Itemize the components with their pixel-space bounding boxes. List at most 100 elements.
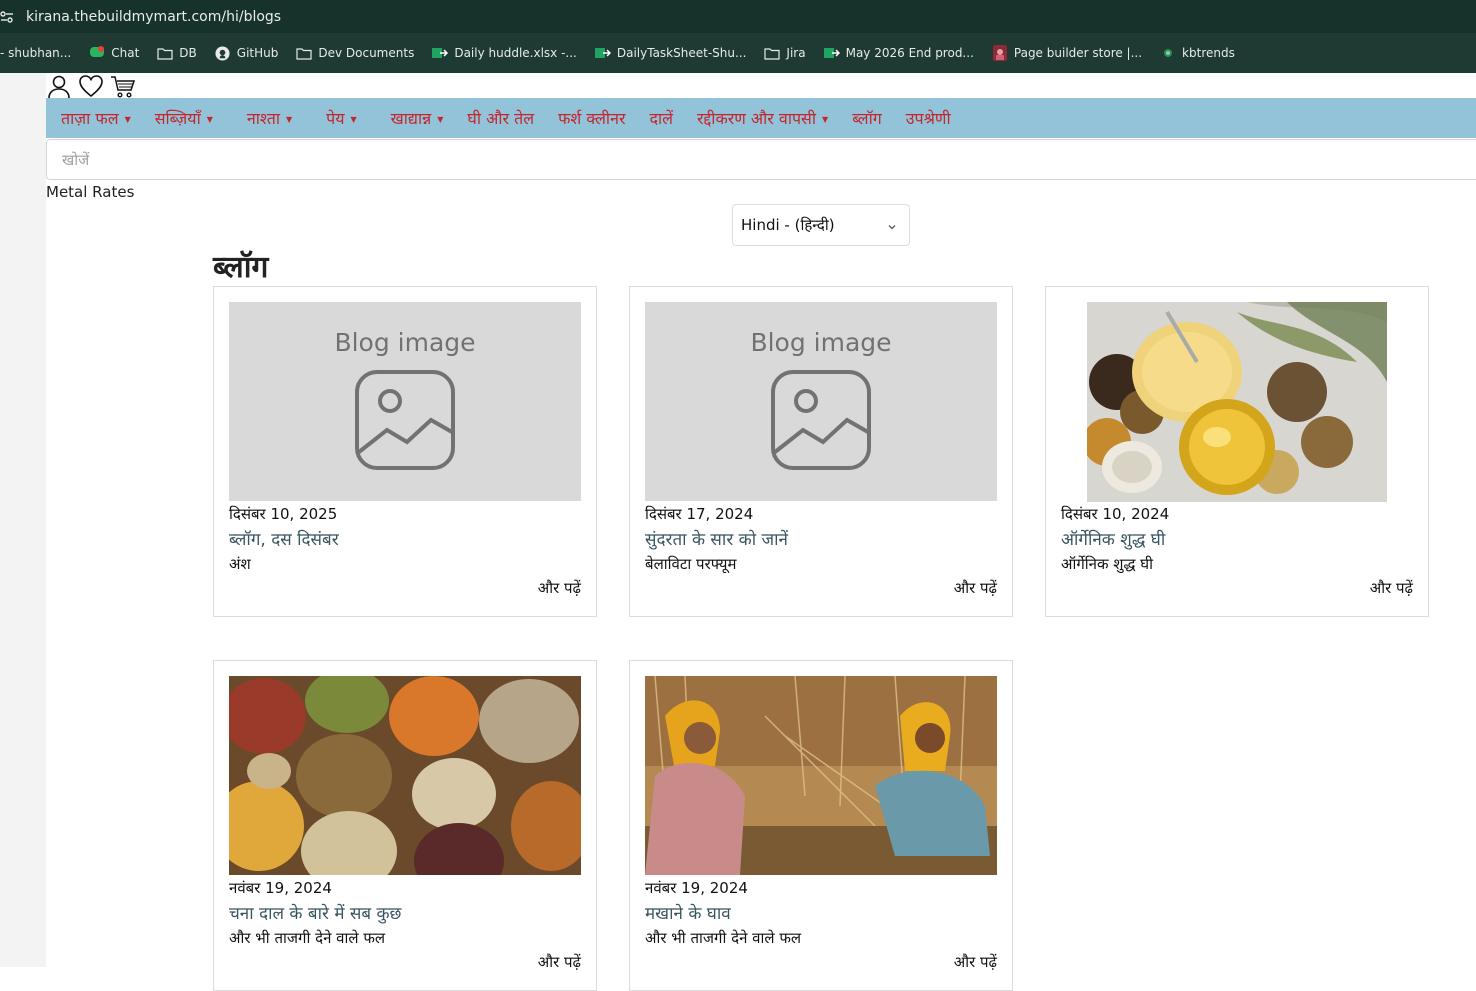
grains-photo: [229, 676, 581, 875]
bookmark-label: - shubhan...: [0, 46, 72, 60]
blog-title[interactable]: सुंदरता के सार को जानें: [645, 527, 788, 550]
caret-down-icon: ▼: [350, 114, 357, 124]
nav-item-floor-cleaner[interactable]: फर्श क्लीनर: [558, 107, 625, 129]
leaf-icon: [1160, 46, 1176, 60]
bookmark-daily-task-sheet[interactable]: DailyTaskSheet-Shu...: [594, 46, 747, 60]
bookmark-label: Chat: [111, 46, 140, 60]
caret-down-icon: ▼: [822, 114, 829, 124]
blog-date: दिसंबर 17, 2024: [645, 505, 754, 523]
bookmark-label: Page builder store |...: [1013, 46, 1143, 60]
harvest-photo: [645, 676, 997, 875]
header-icons: [46, 73, 136, 99]
nav-label: उपश्रेणी: [905, 109, 951, 128]
site-info-icon[interactable]: [0, 0, 26, 33]
bookmark-daily-huddle[interactable]: Daily huddle.xlsx -...: [432, 46, 577, 60]
blog-image[interactable]: [645, 676, 997, 875]
nav-label: नाश्ता: [246, 109, 280, 128]
cart-icon[interactable]: [110, 73, 136, 99]
bookmarks-bar: - shubhan... Chat DB GitHub Dev Document…: [0, 33, 1476, 73]
bookmark-may-2026[interactable]: May 2026 End prod...: [823, 46, 974, 60]
nav-item-vegetables[interactable]: सब्ज़ियाँ ▼: [155, 107, 213, 129]
blog-card[interactable]: Blog image दिसंबर 17, 2024 सुंदरता के सा…: [629, 286, 1013, 617]
caret-down-icon: ▼: [124, 114, 131, 124]
sheet-icon: [594, 46, 611, 60]
read-more-link[interactable]: और पढ़ें: [954, 578, 997, 598]
folder-icon: [157, 46, 173, 60]
blog-date: दिसंबर 10, 2024: [1061, 505, 1170, 523]
user-icon[interactable]: [46, 73, 72, 99]
chat-icon: [89, 46, 105, 60]
nav-item-blog[interactable]: ब्लॉग: [852, 107, 882, 129]
blog-excerpt: अंश: [229, 555, 251, 573]
store-icon: [992, 45, 1008, 61]
nav-item-cancellation-returns[interactable]: रद्दीकरण और वापसी ▼: [697, 107, 828, 129]
nav-label: फर्श क्लीनर: [558, 109, 626, 128]
read-more-link[interactable]: और पढ़ें: [538, 952, 581, 972]
nav-item-beverages[interactable]: पेय ▼: [326, 107, 357, 129]
caret-down-icon: ▼: [437, 114, 444, 124]
bookmark-db[interactable]: DB: [157, 46, 197, 60]
blog-excerpt: और भी ताजगी देने वाले फल: [229, 929, 386, 947]
blog-image-placeholder[interactable]: Blog image: [645, 302, 997, 501]
browser-url-bar[interactable]: kirana.thebuildmymart.com/hi/blogs: [0, 0, 1476, 33]
nav-label: रद्दीकरण और वापसी: [697, 109, 817, 128]
sheet-icon: [432, 46, 449, 60]
blog-title[interactable]: ब्लॉग, दस दिसंबर: [229, 527, 339, 550]
language-select[interactable]: Hindi - (हिन्दी): [732, 204, 910, 246]
blog-title[interactable]: ऑर्गेनिक शुद्ध घी: [1061, 527, 1165, 550]
bookmark-shubhan[interactable]: - shubhan...: [0, 46, 71, 60]
blog-image[interactable]: [1087, 302, 1387, 502]
blog-date: दिसंबर 10, 2025: [229, 505, 338, 523]
bookmark-page-builder[interactable]: Page builder store |...: [992, 45, 1143, 61]
search-box: [46, 139, 1476, 180]
placeholder-label: Blog image: [334, 328, 476, 357]
bookmark-github[interactable]: GitHub: [215, 45, 279, 61]
blog-excerpt: ऑर्गेनिक शुद्ध घी: [1061, 555, 1153, 573]
blog-image[interactable]: [229, 676, 581, 875]
bookmark-label: DB: [179, 46, 197, 60]
bookmark-label: DailyTaskSheet-Shu...: [616, 46, 747, 60]
bookmark-jira[interactable]: Jira: [764, 46, 806, 60]
nav-item-snacks[interactable]: नाश्ता ▼: [247, 107, 292, 129]
nav-item-ghee-oil[interactable]: घी और तेल: [467, 107, 534, 129]
blog-excerpt: और भी ताजगी देने वाले फल: [645, 929, 802, 947]
bookmark-dev-documents[interactable]: Dev Documents: [296, 46, 414, 60]
blog-card[interactable]: दिसंबर 10, 2024 ऑर्गेनिक शुद्ध घी ऑर्गेन…: [1045, 286, 1429, 617]
caret-down-icon: ▼: [206, 114, 213, 124]
blog-title[interactable]: मखाने के घाव: [645, 901, 731, 924]
caret-down-icon: ▼: [285, 114, 293, 124]
blog-image-placeholder[interactable]: Blog image: [229, 302, 581, 501]
search-input[interactable]: [47, 140, 1476, 179]
bookmark-label: Dev Documents: [318, 46, 415, 60]
nav-item-grains[interactable]: खाद्यान्न ▼: [391, 107, 444, 129]
image-icon: [355, 370, 455, 470]
main-nav: ताज़ा फल ▼ सब्ज़ियाँ ▼ नाश्ता ▼ पेय ▼ खाद्या…: [46, 98, 1476, 138]
folder-icon: [764, 46, 781, 60]
bookmark-label: GitHub: [236, 46, 279, 60]
heart-icon[interactable]: [78, 73, 104, 99]
read-more-link[interactable]: और पढ़ें: [954, 952, 997, 972]
url-text[interactable]: kirana.thebuildmymart.com/hi/blogs: [26, 9, 281, 25]
nav-label: खाद्यान्न: [390, 109, 432, 128]
blog-card[interactable]: Blog image दिसंबर 10, 2025 ब्लॉग, दस दिस…: [213, 286, 597, 617]
image-icon: [771, 370, 871, 470]
github-icon: [215, 45, 231, 61]
read-more-link[interactable]: और पढ़ें: [1370, 578, 1413, 598]
language-selected: Hindi - (हिन्दी): [741, 216, 835, 234]
blog-date: नवंबर 19, 2024: [645, 879, 748, 897]
ghee-photo: [1087, 302, 1387, 502]
bookmark-label: May 2026 End prod...: [845, 46, 974, 60]
bookmark-chat[interactable]: Chat: [89, 46, 139, 60]
nav-item-subcategory[interactable]: उपश्रेणी: [906, 107, 951, 129]
read-more-link[interactable]: और पढ़ें: [538, 578, 581, 598]
blog-title[interactable]: चना दाल के बारे में सब कुछ: [229, 901, 401, 924]
metal-rates-link[interactable]: Metal Rates: [46, 183, 134, 201]
nav-item-fresh-fruits[interactable]: ताज़ा फल ▼: [61, 107, 131, 129]
bookmark-kbtrends[interactable]: kbtrends: [1160, 46, 1235, 60]
nav-label: दालें: [649, 109, 674, 128]
nav-item-pulses[interactable]: दालें: [650, 107, 674, 129]
nav-label: ताज़ा फल: [61, 109, 119, 128]
page: ताज़ा फल ▼ सब्ज़ियाँ ▼ नाश्ता ▼ पेय ▼ खाद्या…: [0, 73, 1476, 991]
blog-card[interactable]: नवंबर 19, 2024 चना दाल के बारे में सब कु…: [213, 660, 597, 991]
blog-card[interactable]: नवंबर 19, 2024 मखाने के घाव और भी ताजगी …: [629, 660, 1013, 991]
